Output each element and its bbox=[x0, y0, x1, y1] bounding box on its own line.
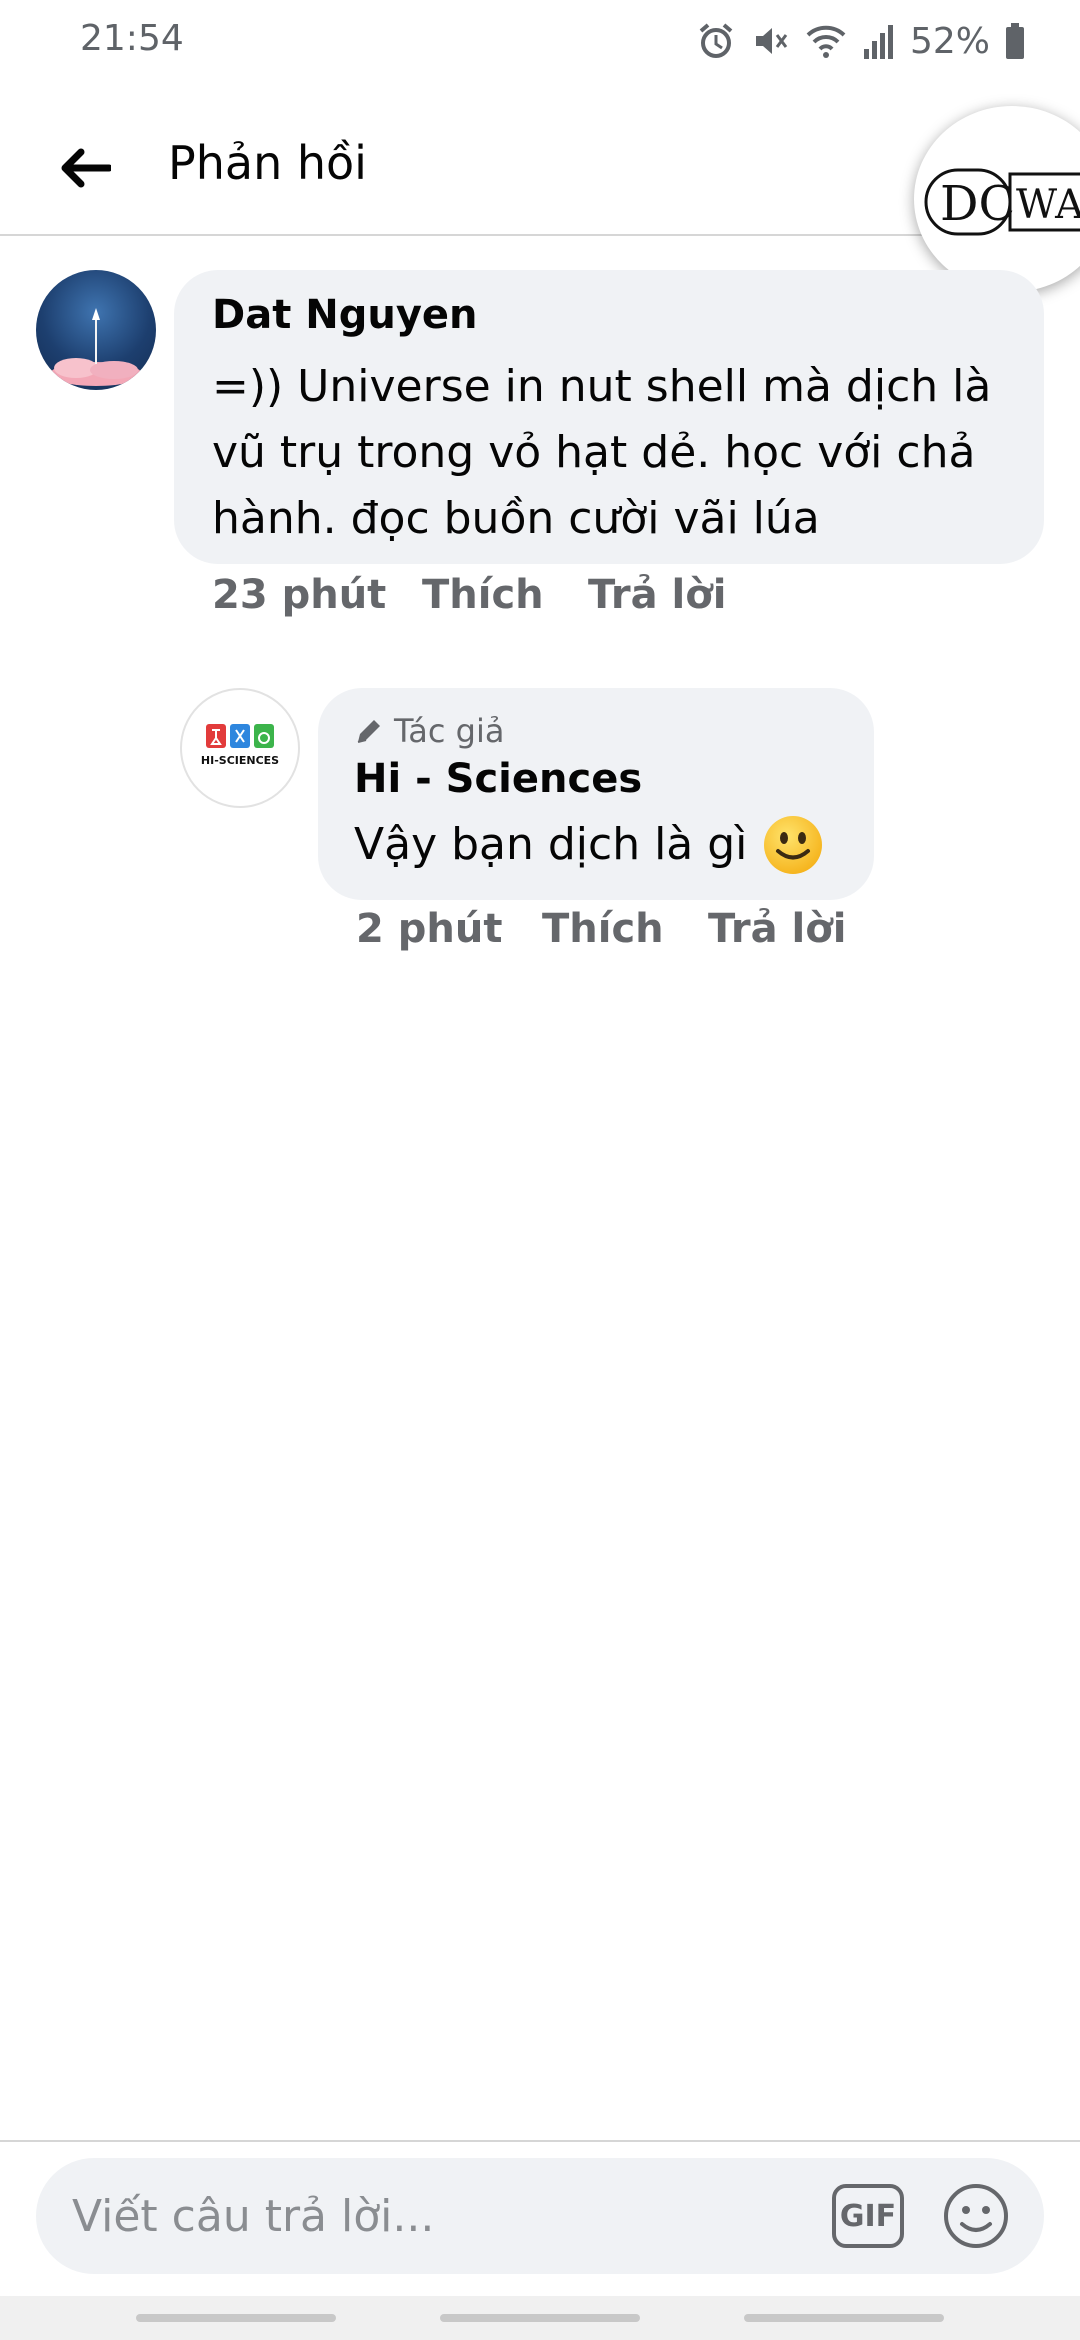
avatar[interactable] bbox=[36, 270, 156, 390]
reply-composer: GIF bbox=[36, 2158, 1044, 2274]
status-icons: 52% bbox=[696, 18, 1026, 64]
gif-button[interactable]: GIF bbox=[832, 2184, 904, 2248]
smiley-emoji-icon bbox=[764, 816, 823, 874]
battery-percent: 52% bbox=[909, 20, 990, 62]
pencil-icon bbox=[357, 720, 380, 743]
reply-time: 2 phút bbox=[356, 906, 503, 952]
logo-icon: DC WAC bbox=[924, 168, 1080, 236]
reply-text-row: Vậy bạn dịch là gì bbox=[354, 812, 825, 878]
nav-back[interactable] bbox=[744, 2314, 944, 2322]
comment-actions: 23 phút Thích Trả lời bbox=[212, 572, 726, 618]
author-tag: Tác giả bbox=[354, 712, 504, 750]
reply-input[interactable] bbox=[72, 2184, 832, 2248]
alarm-icon bbox=[696, 21, 736, 61]
avatar[interactable]: HI-SCIENCES bbox=[180, 688, 300, 808]
arrow-left-icon bbox=[61, 148, 111, 188]
svg-text:WAC: WAC bbox=[1016, 182, 1080, 228]
wifi-icon bbox=[804, 21, 848, 61]
back-button[interactable] bbox=[50, 134, 118, 202]
avatar-brand-text: HI-SCIENCES bbox=[201, 754, 279, 767]
navigation-bar bbox=[0, 2296, 1080, 2340]
mute-icon bbox=[750, 21, 790, 61]
nav-recents[interactable] bbox=[136, 2314, 336, 2322]
comment-text: =)) Universe in nut shell mà dịch là vũ … bbox=[212, 361, 992, 544]
comment-author[interactable]: Dat Nguyen bbox=[212, 292, 478, 338]
page-title: Phản hồi bbox=[168, 136, 367, 190]
like-button[interactable]: Thích bbox=[542, 906, 708, 952]
reply-actions: 2 phút Thích Trả lời bbox=[356, 906, 846, 952]
smiley-icon bbox=[944, 2184, 1008, 2248]
status-time: 21:54 bbox=[80, 18, 184, 59]
emoji-button[interactable] bbox=[942, 2182, 1010, 2250]
comment-time: 23 phút bbox=[212, 572, 387, 618]
reply-bubble[interactable]: Tác giả Hi - Sciences Vậy bạn dịch là gì bbox=[318, 688, 874, 900]
svg-text:DC: DC bbox=[940, 176, 1015, 232]
nav-home[interactable] bbox=[440, 2314, 640, 2322]
status-bar: 21:54 52% bbox=[0, 0, 1080, 84]
battery-icon bbox=[1004, 21, 1026, 61]
composer-divider bbox=[0, 2140, 1080, 2142]
signal-icon bbox=[862, 21, 896, 61]
like-button[interactable]: Thích bbox=[422, 572, 588, 618]
reply-button[interactable]: Trả lời bbox=[708, 906, 846, 952]
author-tag-label: Tác giả bbox=[394, 712, 505, 750]
reply-button[interactable]: Trả lời bbox=[588, 572, 726, 618]
reply-text: Vậy bạn dịch là gì bbox=[354, 819, 748, 870]
reply-author[interactable]: Hi - Sciences bbox=[354, 756, 642, 802]
comment-bubble[interactable]: Dat Nguyen =)) Universe in nut shell mà … bbox=[174, 270, 1044, 564]
